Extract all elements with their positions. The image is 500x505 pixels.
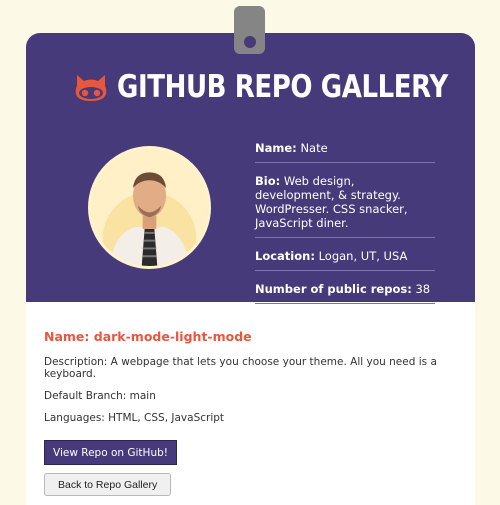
avatar-photo — [91, 149, 208, 266]
card-header: GitHub Repo Gallery Name: Nate Bio: — [26, 33, 475, 304]
page-title: GitHub Repo Gallery — [117, 69, 448, 105]
badge-clip — [234, 6, 265, 54]
profile-repos-count: 38 — [415, 282, 431, 296]
badge-clip-hole — [244, 36, 256, 48]
repo-default-branch: Default Branch: main — [44, 390, 156, 402]
view-repo-button[interactable]: View Repo on GitHub! — [44, 440, 177, 465]
profile-repos-row: Number of public repos: 38 — [255, 278, 435, 304]
profile-name: Nate — [300, 141, 328, 155]
profile-info: Name: Nate Bio: Web design, development,… — [255, 137, 435, 311]
profile-location-row: Location: Logan, UT, USA — [255, 245, 435, 271]
repo-name: Name: dark-mode-light-mode — [44, 329, 252, 344]
repo-languages: Languages: HTML, CSS, JavaScript — [44, 412, 225, 424]
profile-location: Logan, UT, USA — [318, 249, 408, 263]
location-label: Location: — [255, 249, 315, 263]
bio-label: Bio: — [255, 174, 281, 188]
repo-description: Description: A webpage that lets you cho… — [44, 356, 437, 380]
title-row: GitHub Repo Gallery — [73, 69, 475, 105]
repos-label: Number of public repos: — [255, 282, 412, 296]
repo-detail: Name: dark-mode-light-mode Description: … — [44, 329, 464, 496]
back-to-gallery-button[interactable]: Back to Repo Gallery — [44, 473, 172, 496]
avatar — [88, 146, 211, 269]
profile-name-row: Name: Nate — [255, 137, 435, 163]
profile-bio-row: Bio: Web design, development, & strategy… — [255, 170, 435, 238]
octocat-icon — [75, 75, 107, 101]
profile-card: GitHub Repo Gallery Name: Nate Bio: — [26, 33, 475, 505]
name-label: Name: — [255, 141, 297, 155]
